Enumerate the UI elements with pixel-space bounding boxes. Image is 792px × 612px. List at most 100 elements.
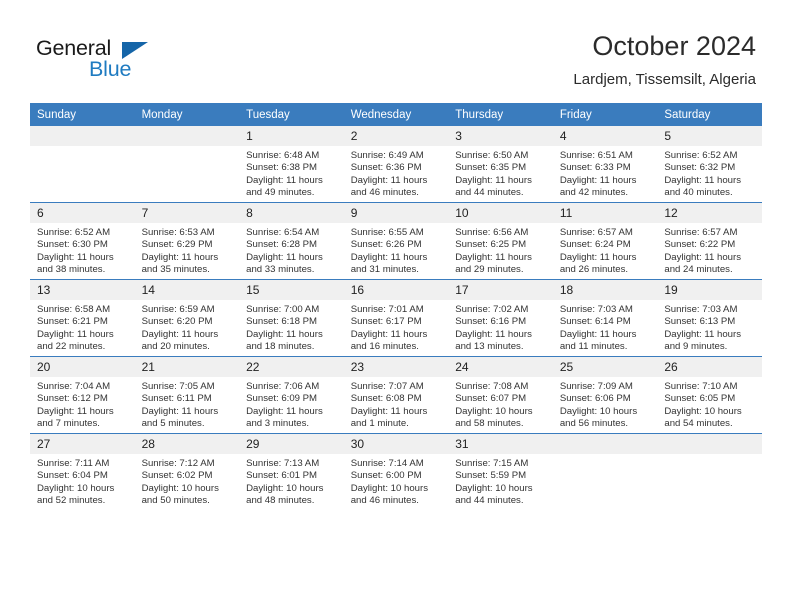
day-detail-line: Daylight: 11 hours [246,328,323,340]
day-detail-line: Sunset: 6:06 PM [559,393,631,405]
day-detail-line: and 56 minutes. [559,418,629,430]
day-detail-line: and 40 minutes. [664,187,733,199]
calendar-day-cell[interactable]: 5 Sunrise: 6:52 AM Sunset: 6:32 PM Daylight… [657,126,762,203]
day-number: 7 [134,203,240,223]
day-detail-line: and 52 minutes. [37,495,106,507]
day-number: 2 [343,126,449,146]
day-detail-line: Sunrise: 7:13 AM [246,458,320,469]
day-detail-line: Daylight: 11 hours [37,328,114,340]
day-detail-line: and 42 minutes. [559,187,629,199]
calendar-day-cell[interactable]: 14 Sunrise: 6:59 AM Sunset: 6:20 PM Dayligh… [134,279,240,357]
day-details: Sunrise: 6:54 AM Sunset: 6:28 PM Daylight:… [239,223,344,276]
calendar-day-cell[interactable]: 7 Sunrise: 6:53 AM Sunset: 6:29 PM Daylight… [134,202,240,280]
day-number [657,434,762,454]
day-detail-line: Sunset: 6:05 PM [664,393,736,405]
day-details: Sunrise: 6:52 AM Sunset: 6:32 PM Daylight:… [657,146,762,199]
calendar-header-row: Sunday Monday Tuesday Wednesday Thursday Frid… [30,103,762,126]
calendar-day-cell[interactable]: 3 Sunrise: 6:50 AM Sunset: 6:35 PM Daylight… [448,126,553,203]
brand-logo[interactable]: General Blue [36,36,236,86]
calendar-day-cell[interactable]: 19 Sunrise: 7:03 AM Sunset: 6:13 PM Dayligh… [657,279,762,357]
day-details: Sunrise: 6:51 AM Sunset: 6:33 PM Daylight:… [553,146,658,199]
day-detail-line: and 31 minutes. [350,264,419,276]
weekday-header-saturday: Saturday [657,103,762,126]
day-detail-line: Sunset: 6:07 PM [455,393,527,405]
calendar-day-cell[interactable]: 17 Sunrise: 7:02 AM Sunset: 6:16 PM Dayligh… [448,279,553,357]
day-detail-line: Daylight: 11 hours [350,405,428,417]
day-detail-line: Sunset: 6:21 PM [37,316,108,328]
day-detail-line: Sunset: 6:00 PM [350,470,422,482]
day-number: 30 [343,434,449,454]
day-details: Sunrise: 6:52 AM Sunset: 6:30 PM Daylight:… [30,223,135,276]
page-title: October 2024 [592,31,756,61]
calendar-day-cell[interactable]: 10 Sunrise: 6:56 AM Sunset: 6:25 PM Dayligh… [448,202,553,280]
day-detail-line: Sunrise: 7:10 AM [664,381,738,392]
calendar-day-cell[interactable]: 9 Sunrise: 6:55 AM Sunset: 6:26 PM Daylight… [343,202,449,280]
day-detail-line: and 29 minutes. [455,264,524,276]
day-detail-line: Sunrise: 6:53 AM [141,227,215,238]
calendar-day-cell[interactable]: 26 Sunrise: 7:10 AM Sunset: 6:05 PM Dayligh… [657,356,762,434]
calendar-day-cell[interactable]: 6 Sunrise: 6:52 AM Sunset: 6:30 PM Daylight… [30,202,135,280]
day-detail-line: Sunrise: 6:52 AM [37,227,111,238]
calendar-day-cell[interactable]: 2 Sunrise: 6:49 AM Sunset: 6:36 PM Daylight… [343,126,449,203]
day-detail-line: Daylight: 11 hours [141,328,219,340]
day-number: 13 [30,280,135,300]
calendar-day-cell[interactable]: 4 Sunrise: 6:51 AM Sunset: 6:33 PM Daylight… [552,126,658,203]
calendar-day-cell[interactable]: 27 Sunrise: 7:11 AM Sunset: 6:04 PM Dayligh… [30,433,135,510]
day-detail-line: and 5 minutes. [141,418,205,430]
day-number: 28 [134,434,240,454]
day-detail-line: Sunrise: 7:05 AM [141,381,215,392]
day-detail-line: Sunrise: 7:12 AM [141,458,215,469]
calendar-day-cell[interactable]: 1 Sunrise: 6:48 AM Sunset: 6:38 PM Daylight… [239,126,344,203]
day-detail-line: Daylight: 10 hours [246,482,324,494]
day-detail-line: Sunrise: 6:58 AM [37,304,111,315]
day-detail-line: Sunrise: 6:56 AM [455,227,529,238]
calendar-day-cell[interactable]: 23 Sunrise: 7:07 AM Sunset: 6:08 PM Dayligh… [343,356,449,434]
calendar-day-cell[interactable]: 18 Sunrise: 7:03 AM Sunset: 6:14 PM Dayligh… [552,279,658,357]
day-detail-line: Sunrise: 6:57 AM [559,227,633,238]
day-details: Sunrise: 7:03 AM Sunset: 6:14 PM Daylight:… [553,300,658,353]
day-number: 5 [657,126,762,146]
day-number: 14 [134,280,240,300]
weekday-header-thursday: Thursday [448,103,553,126]
calendar-day-cell[interactable]: 25 Sunrise: 7:09 AM Sunset: 6:06 PM Dayligh… [552,356,658,434]
day-detail-line: Daylight: 11 hours [141,405,219,417]
calendar-day-cell[interactable]: 8 Sunrise: 6:54 AM Sunset: 6:28 PM Daylight… [239,202,344,280]
calendar-day-cell[interactable]: 11 Sunrise: 6:57 AM Sunset: 6:24 PM Dayligh… [552,202,658,280]
day-details: Sunrise: 7:06 AM Sunset: 6:09 PM Daylight:… [239,377,344,430]
day-detail-line: Daylight: 11 hours [664,328,741,340]
calendar-day-cell[interactable]: 28 Sunrise: 7:12 AM Sunset: 6:02 PM Dayligh… [134,433,240,510]
calendar-day-cell[interactable]: 21 Sunrise: 7:05 AM Sunset: 6:11 PM Dayligh… [134,356,240,434]
day-detail-line: Daylight: 11 hours [350,328,428,340]
calendar-cell-empty [657,433,762,510]
calendar-day-cell[interactable]: 13 Sunrise: 6:58 AM Sunset: 6:21 PM Dayligh… [30,279,135,357]
page-header: General Blue October 2024 Lardjem, Tisse… [0,0,792,98]
day-number: 20 [30,357,135,377]
calendar-day-cell[interactable]: 16 Sunrise: 7:01 AM Sunset: 6:17 PM Dayligh… [343,279,449,357]
calendar-day-cell[interactable]: 29 Sunrise: 7:13 AM Sunset: 6:01 PM Dayligh… [239,433,344,510]
calendar-day-cell[interactable]: 20 Sunrise: 7:04 AM Sunset: 6:12 PM Dayligh… [30,356,135,434]
calendar-day-cell[interactable]: 24 Sunrise: 7:08 AM Sunset: 6:07 PM Dayligh… [448,356,553,434]
calendar-day-cell[interactable]: 15 Sunrise: 7:00 AM Sunset: 6:18 PM Dayligh… [239,279,344,357]
day-detail-line: Sunset: 6:22 PM [664,239,736,251]
day-detail-line: and 16 minutes. [350,341,419,353]
day-detail-line: Sunset: 6:20 PM [141,316,213,328]
day-details: Sunrise: 7:09 AM Sunset: 6:06 PM Daylight:… [553,377,658,430]
day-number: 22 [239,357,344,377]
day-detail-line: Sunset: 6:17 PM [350,316,422,328]
day-details: Sunrise: 7:13 AM Sunset: 6:01 PM Daylight:… [239,454,344,507]
day-detail-line: Sunset: 6:25 PM [455,239,527,251]
calendar-day-cell[interactable]: 12 Sunrise: 6:57 AM Sunset: 6:22 PM Dayligh… [657,202,762,280]
day-detail-line: Daylight: 10 hours [37,482,115,494]
calendar-day-cell[interactable]: 31 Sunrise: 7:15 AM Sunset: 5:59 PM Dayligh… [448,433,553,510]
day-detail-line: Sunrise: 7:04 AM [37,381,111,392]
day-detail-line: Sunrise: 6:54 AM [246,227,320,238]
day-detail-line: Sunrise: 6:49 AM [350,150,424,161]
day-detail-line: Daylight: 11 hours [141,251,219,263]
day-number: 9 [343,203,449,223]
day-details: Sunrise: 6:57 AM Sunset: 6:24 PM Daylight:… [553,223,658,276]
day-number: 21 [134,357,240,377]
day-detail-line: and 54 minutes. [664,418,733,430]
calendar-day-cell[interactable]: 22 Sunrise: 7:06 AM Sunset: 6:09 PM Dayligh… [239,356,344,434]
calendar-day-cell[interactable]: 30 Sunrise: 7:14 AM Sunset: 6:00 PM Dayligh… [343,433,449,510]
day-detail-line: Daylight: 11 hours [246,174,323,186]
